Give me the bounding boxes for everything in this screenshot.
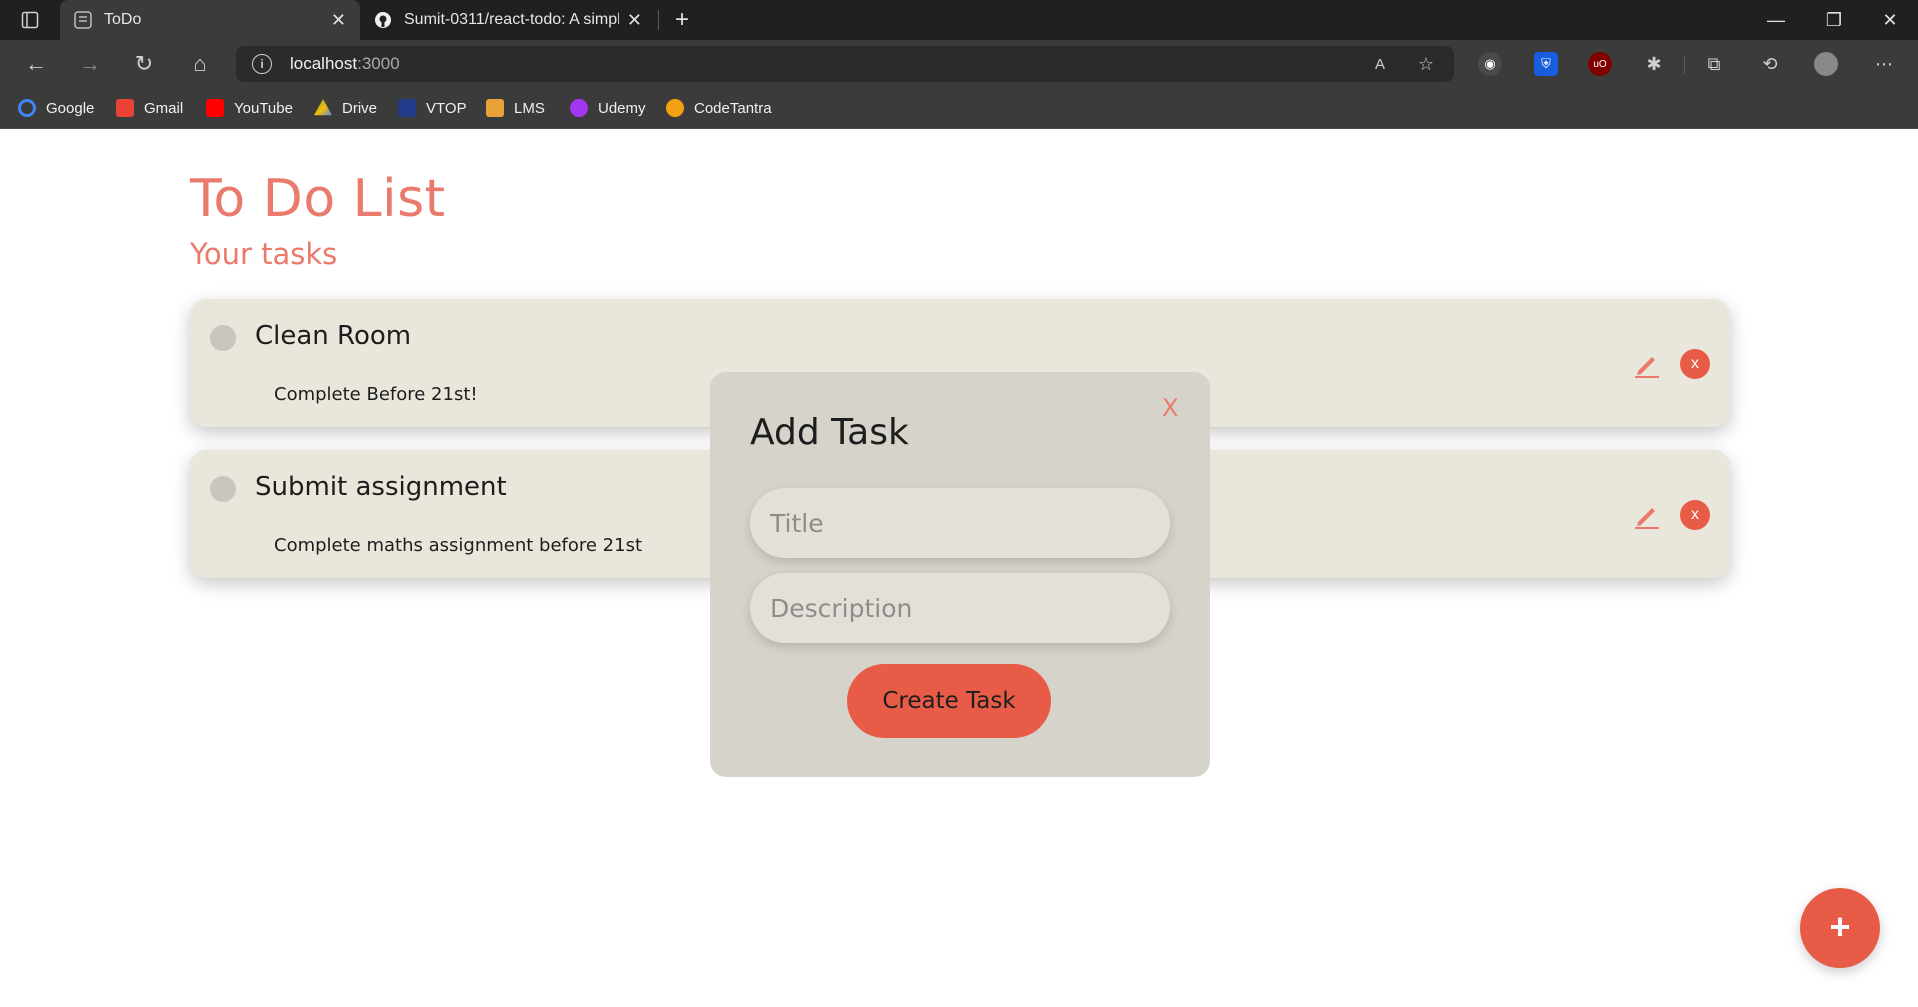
- url-port: :3000: [357, 54, 400, 73]
- url-host: localhost: [290, 54, 358, 73]
- task-checkbox[interactable]: [210, 476, 236, 502]
- restore-button[interactable]: ❐: [1806, 0, 1862, 40]
- task-checkbox[interactable]: [210, 325, 236, 351]
- refresh-icon[interactable]: ↻: [128, 48, 160, 80]
- task-title: Submit assignment: [255, 472, 507, 502]
- bookmark-label: Udemy: [598, 99, 646, 117]
- ublock-icon[interactable]: uO: [1588, 52, 1612, 76]
- bookmark-label: Gmail: [144, 99, 184, 117]
- title-input[interactable]: [750, 488, 1170, 558]
- modal-title: Add Task: [750, 412, 909, 453]
- home-icon[interactable]: ⌂: [184, 48, 216, 80]
- add-favorite-icon[interactable]: ☆: [1414, 52, 1438, 76]
- github-favicon-icon: [374, 11, 392, 29]
- udemy-icon: [570, 99, 588, 117]
- new-tab-button[interactable]: +: [654, 0, 710, 40]
- bookmark-lms[interactable]: LMS: [486, 88, 545, 128]
- bookmark-label: Google: [46, 99, 95, 117]
- toolbar-divider: [1684, 56, 1685, 74]
- description-input[interactable]: [750, 573, 1170, 643]
- bookmark-label: CodeTantra: [694, 99, 772, 117]
- delete-task-button[interactable]: x: [1680, 349, 1710, 379]
- gmail-icon: [116, 99, 134, 117]
- create-task-button[interactable]: Create Task: [847, 664, 1051, 738]
- read-aloud-icon[interactable]: A: [1368, 52, 1392, 76]
- edit-icon[interactable]: [1632, 349, 1662, 379]
- extension-glasses-icon[interactable]: ◉: [1478, 52, 1502, 76]
- collections-icon[interactable]: ⧉: [1702, 52, 1726, 76]
- delete-task-button[interactable]: x: [1680, 500, 1710, 530]
- address-bar[interactable]: i localhost:3000 A ☆: [236, 46, 1454, 82]
- edit-icon[interactable]: [1632, 500, 1662, 530]
- bookmark-codetantra[interactable]: CodeTantra: [666, 88, 772, 128]
- google-icon: [18, 99, 36, 117]
- bookmark-label: VTOP: [426, 99, 467, 117]
- tab-github[interactable]: Sumit-0311/react-todo: A simple ✕: [360, 0, 656, 40]
- site-info-icon[interactable]: i: [252, 54, 272, 74]
- bookmark-google[interactable]: Google: [18, 88, 94, 128]
- codetantra-icon: [666, 99, 684, 117]
- drive-icon: [314, 99, 332, 116]
- forward-icon[interactable]: →: [74, 48, 106, 80]
- extensions-icon[interactable]: ✱: [1642, 52, 1666, 76]
- bookmark-drive[interactable]: Drive: [314, 88, 377, 128]
- todo-page: To Do List Your tasks Clean Room Complet…: [0, 129, 1918, 1007]
- bookmark-vtop[interactable]: VTOP: [398, 88, 467, 128]
- minimize-button[interactable]: —: [1748, 0, 1804, 40]
- address-url[interactable]: localhost:3000: [290, 46, 400, 82]
- bookmark-gmail[interactable]: Gmail: [116, 88, 183, 128]
- browser-tab-bar: ToDo ✕ Sumit-0311/react-todo: A simple ✕…: [0, 0, 1918, 40]
- bookmarks-bar: Google Gmail YouTube Drive VTOP LMS Udem…: [0, 88, 1918, 129]
- tab-label: Sumit-0311/react-todo: A simple: [404, 11, 619, 28]
- bitwarden-icon[interactable]: ⛨: [1534, 52, 1558, 76]
- close-tab-icon[interactable]: ✕: [331, 10, 346, 31]
- bookmark-label: LMS: [514, 99, 545, 117]
- bookmark-label: YouTube: [234, 99, 293, 117]
- profile-avatar[interactable]: [1814, 52, 1838, 76]
- bookmark-youtube[interactable]: YouTube: [206, 88, 293, 128]
- bookmark-label: Drive: [342, 99, 378, 117]
- todo-favicon-icon: [74, 11, 92, 29]
- add-task-fab[interactable]: +: [1800, 888, 1880, 968]
- tab-todo[interactable]: ToDo ✕: [60, 0, 360, 40]
- youtube-icon: [206, 99, 224, 117]
- close-tab-icon[interactable]: ✕: [627, 10, 642, 31]
- task-title: Clean Room: [255, 321, 412, 351]
- tab-actions-icon[interactable]: [14, 4, 46, 36]
- back-icon[interactable]: ←: [20, 48, 52, 80]
- tab-label: ToDo: [104, 11, 142, 28]
- bookmark-udemy[interactable]: Udemy: [570, 88, 646, 128]
- page-subtitle: Your tasks: [190, 237, 338, 271]
- close-modal-button[interactable]: X: [1162, 394, 1178, 422]
- more-menu-icon[interactable]: ⋯: [1872, 52, 1896, 76]
- add-task-modal: X Add Task Create Task: [710, 372, 1210, 777]
- lms-icon: [486, 99, 504, 117]
- browser-toolbar: ← → ↻ ⌂ i localhost:3000 A ☆ ◉ ⛨ uO ✱ ⧉ …: [0, 40, 1918, 88]
- close-window-button[interactable]: ✕: [1862, 0, 1918, 40]
- task-description: Complete Before 21st!: [274, 384, 478, 405]
- task-description: Complete maths assignment before 21st: [274, 535, 643, 556]
- vtop-icon: [398, 99, 416, 117]
- history-icon[interactable]: ⟲: [1758, 52, 1782, 76]
- page-title: To Do List: [190, 169, 446, 229]
